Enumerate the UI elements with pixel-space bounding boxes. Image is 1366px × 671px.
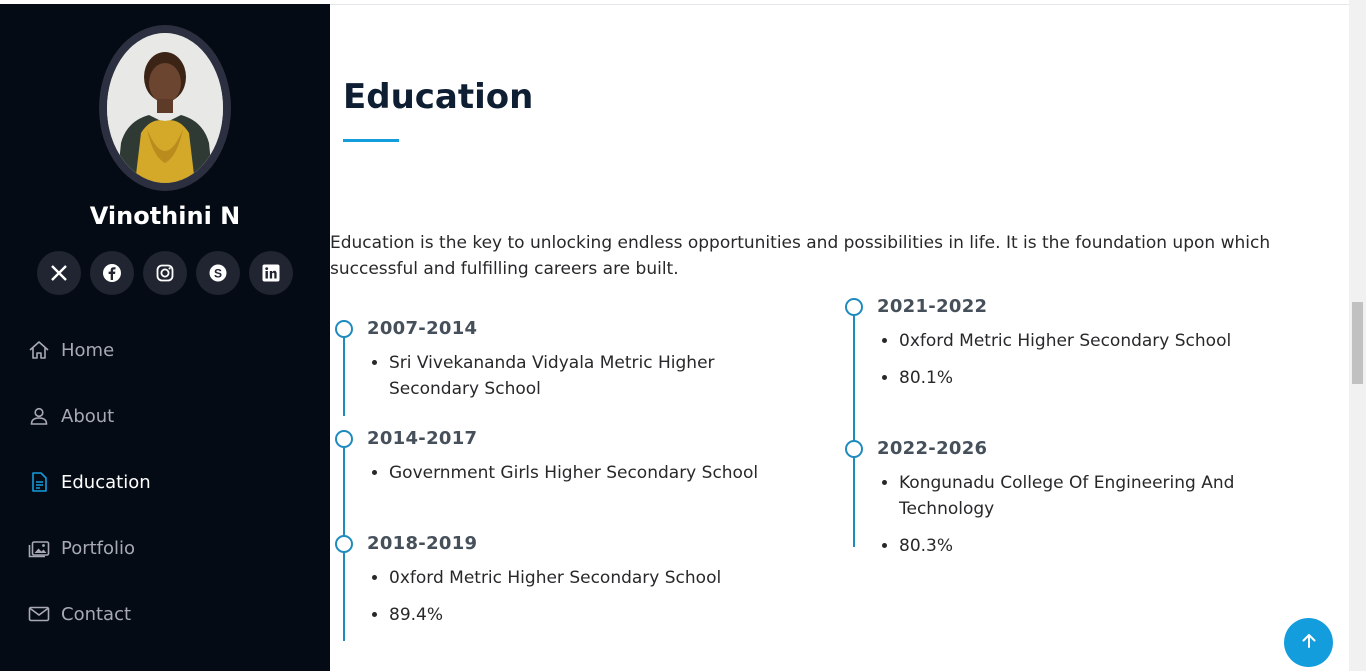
scrollbar-thumb[interactable]: [1352, 302, 1363, 384]
list-item: Kongunadu College Of Engineering And Tec…: [899, 470, 1321, 522]
timeline-list: Kongunadu College Of Engineering And Tec…: [899, 470, 1321, 570]
timeline-dot: [335, 320, 353, 338]
timeline-item: 2021-2022 0xford Metric Higher Secondary…: [841, 296, 1321, 441]
sidebar: Vinothini N S Home About Education Portf…: [0, 4, 330, 671]
timeline-year: 2022-2026: [877, 438, 988, 459]
back-to-top-button[interactable]: [1284, 618, 1333, 667]
list-item: 0xford Metric Higher Secondary School: [389, 565, 721, 591]
timeline-line: [853, 316, 855, 441]
list-item: 80.3%: [899, 533, 1321, 559]
avatar-frame: [99, 25, 231, 191]
sidebar-item-education[interactable]: Education: [0, 449, 330, 515]
sidebar-item-label: Contact: [61, 603, 132, 625]
timeline-dot: [335, 430, 353, 448]
timeline-list: 0xford Metric Higher Secondary School 89…: [389, 565, 721, 639]
list-item: 80.1%: [899, 365, 1231, 391]
page-title: Education: [343, 77, 534, 117]
timeline-year: 2018-2019: [367, 533, 478, 554]
home-icon: [28, 339, 50, 361]
timeline-item: 2018-2019 0xford Metric Higher Secondary…: [331, 533, 811, 641]
sidebar-item-label: Home: [61, 339, 115, 361]
top-divider: [330, 0, 1366, 5]
timeline-item: 2022-2026 Kongunadu College Of Engineeri…: [841, 438, 1321, 556]
svg-text:S: S: [214, 267, 222, 281]
sidebar-item-about[interactable]: About: [0, 383, 330, 449]
timeline-year: 2021-2022: [877, 296, 988, 317]
sidebar-item-label: Education: [61, 471, 151, 493]
sidebar-item-label: About: [61, 405, 115, 427]
social-links: S: [37, 251, 293, 295]
timeline-line: [343, 553, 345, 641]
timeline-list: 0xford Metric Higher Secondary School 80…: [899, 328, 1231, 402]
avatar: [107, 33, 223, 183]
sidebar-nav: Home About Education Portfolio Contact: [0, 317, 330, 647]
sidebar-item-label: Portfolio: [61, 537, 136, 559]
timeline-item: 2007-2014 Sri Vivekananda Vidyala Metric…: [331, 318, 811, 416]
instagram-icon[interactable]: [143, 251, 187, 295]
list-item: Sri Vivekananda Vidyala Metric Higher Se…: [389, 350, 789, 402]
timeline-dot: [335, 535, 353, 553]
envelope-icon: [28, 603, 50, 625]
arrow-up-icon: [1300, 632, 1318, 654]
scrollbar[interactable]: [1349, 0, 1366, 671]
timeline-year: 2007-2014: [367, 318, 478, 339]
skype-icon[interactable]: S: [196, 251, 240, 295]
sidebar-item-home[interactable]: Home: [0, 317, 330, 383]
timeline-dot: [845, 298, 863, 316]
timeline-item: 2014-2017 Government Girls Higher Second…: [331, 428, 811, 536]
images-icon: [28, 537, 50, 559]
timeline-line: [343, 338, 345, 416]
title-underline: [343, 139, 399, 142]
facebook-icon[interactable]: [90, 251, 134, 295]
timeline-list: Government Girls Higher Secondary School: [389, 460, 758, 497]
list-item: 0xford Metric Higher Secondary School: [899, 328, 1231, 354]
linkedin-icon[interactable]: [249, 251, 293, 295]
profile-name: Vinothini N: [89, 202, 241, 230]
sidebar-item-portfolio[interactable]: Portfolio: [0, 515, 330, 581]
person-icon: [28, 405, 50, 427]
timeline-list: Sri Vivekananda Vidyala Metric Higher Se…: [389, 350, 789, 413]
timeline-year: 2014-2017: [367, 428, 478, 449]
section-intro: Education is the key to unlocking endles…: [330, 233, 1271, 279]
sidebar-item-contact[interactable]: Contact: [0, 581, 330, 647]
document-icon: [28, 471, 50, 493]
timeline-line: [343, 448, 345, 536]
timeline-line: [853, 458, 855, 547]
x-twitter-icon[interactable]: [37, 251, 81, 295]
list-item: 89.4%: [389, 602, 721, 628]
timeline-dot: [845, 440, 863, 458]
list-item: Government Girls Higher Secondary School: [389, 460, 758, 486]
